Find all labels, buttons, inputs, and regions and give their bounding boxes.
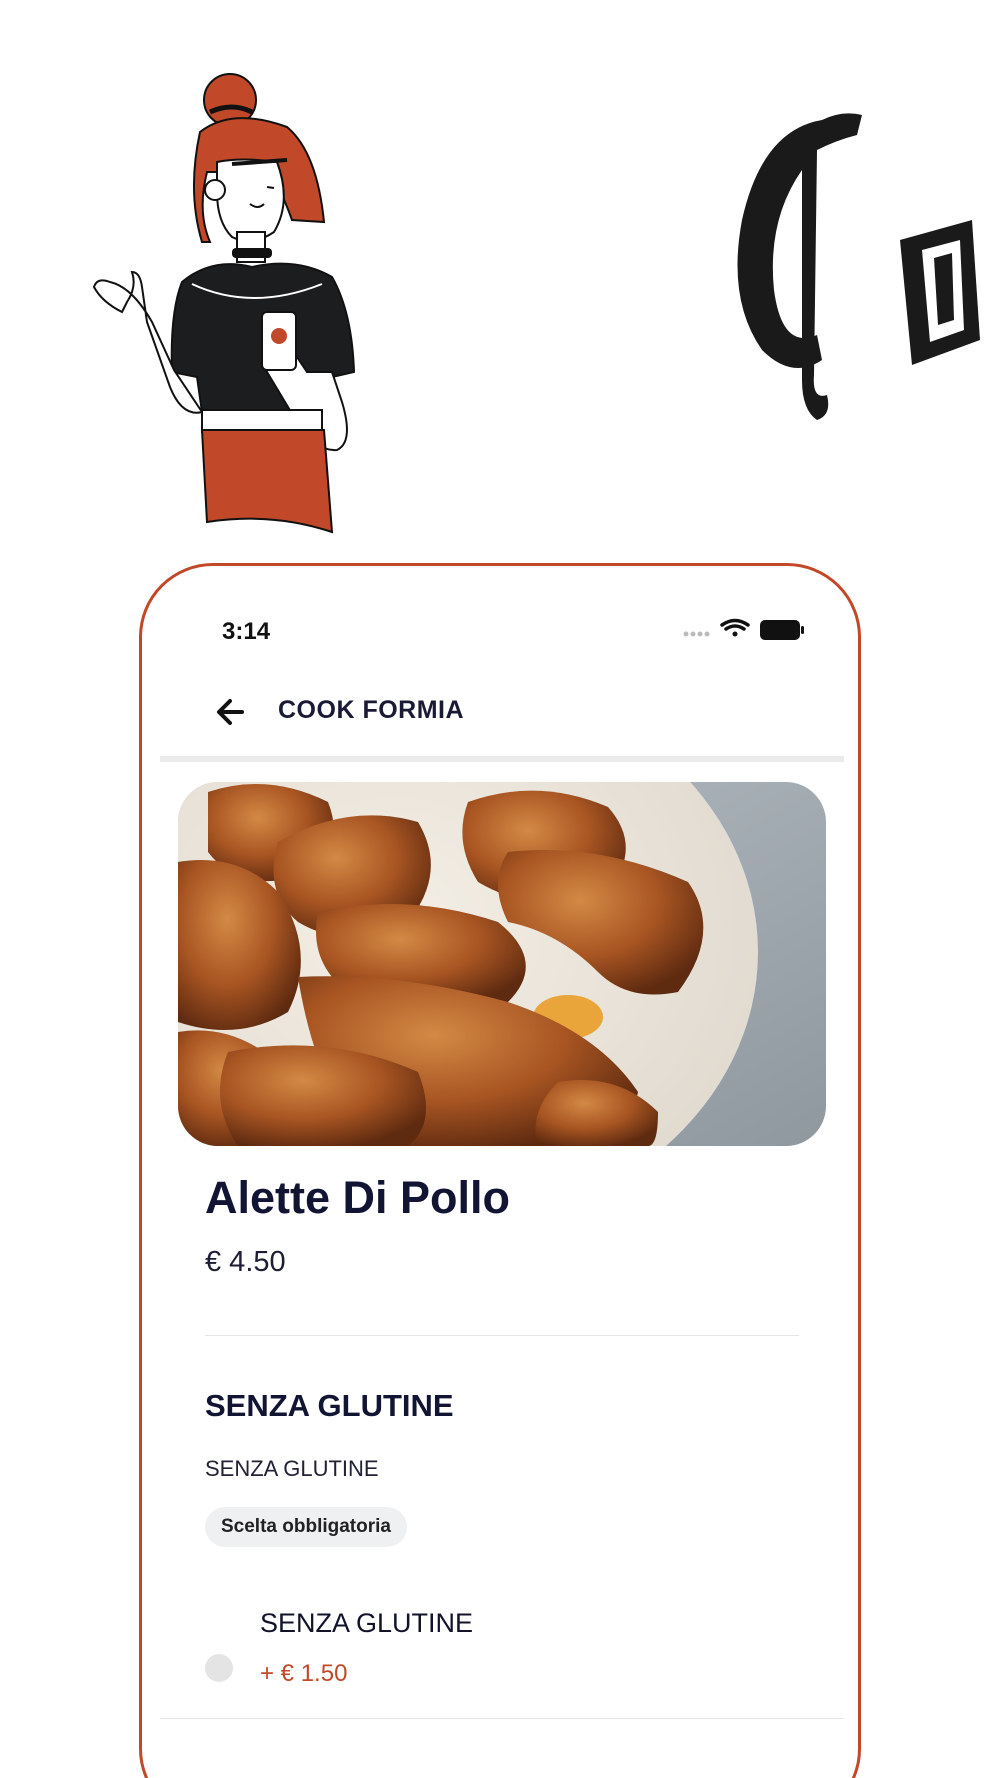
header-divider — [160, 756, 844, 762]
option-price: + € 1.50 — [260, 1660, 348, 1687]
page-title: COOK FORMIA — [278, 696, 465, 724]
signal-icon — [683, 631, 710, 637]
option-group-title: SENZA GLUTINE — [205, 1388, 454, 1423]
woman-with-phone-illustration — [92, 73, 356, 534]
product-name: Alette Di Pollo — [205, 1172, 511, 1223]
option-group-subtitle: SENZA GLUTINE — [205, 1456, 379, 1481]
product-image — [178, 782, 826, 1146]
option-radio[interactable] — [205, 1654, 233, 1682]
option-item[interactable]: SENZA GLUTINE + € 1.50 — [160, 1596, 844, 1706]
status-time: 3:14 — [222, 618, 271, 645]
status-bar: 3:14 — [142, 614, 858, 654]
back-arrow-icon[interactable] — [212, 692, 252, 732]
battery-icon — [760, 620, 804, 640]
section-divider — [205, 1335, 799, 1336]
option-label: SENZA GLUTINE — [260, 1608, 474, 1638]
gothic-logo-letters — [737, 113, 980, 420]
app-header: COOK FORMIA — [142, 684, 858, 740]
wifi-icon — [720, 618, 750, 637]
phone-frame: 3:14 COOK FORMIA Alette Di Pollo € 4.50 … — [139, 563, 861, 1778]
required-choice-badge: Scelta obbligatoria — [205, 1507, 407, 1547]
status-icons — [683, 618, 804, 640]
product-price: € 4.50 — [205, 1246, 286, 1278]
option-divider — [160, 1718, 844, 1719]
